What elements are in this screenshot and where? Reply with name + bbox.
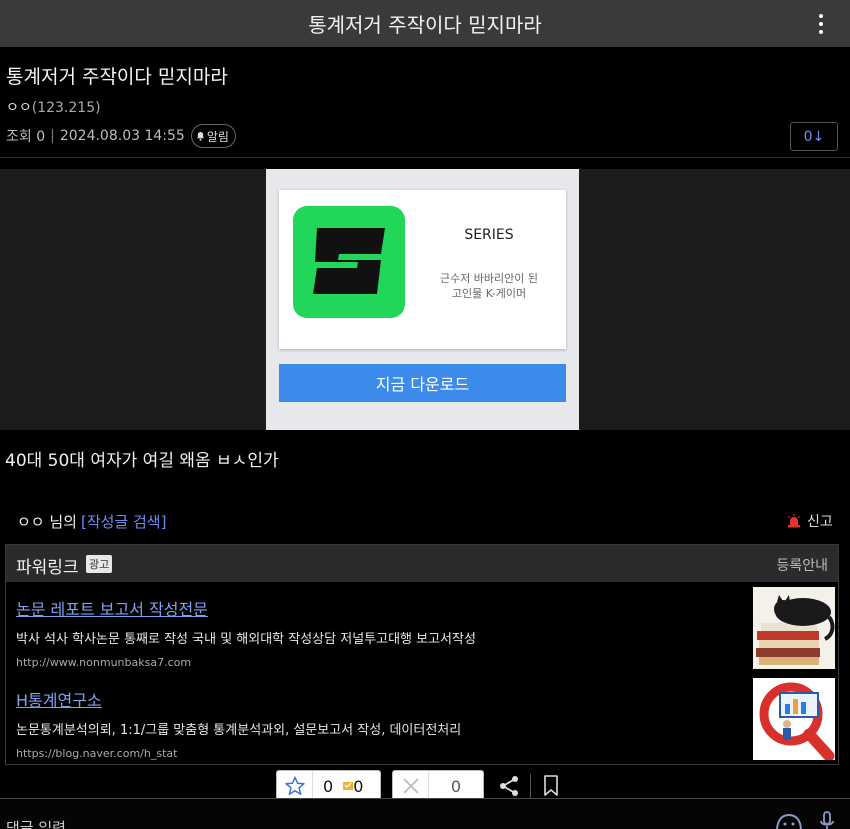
- powerlink-item: 논문 레포트 보고서 작성전문 박사 석사 학사논문 통째로 작성 국내 및 해…: [16, 596, 756, 669]
- powerlink-item: H통계연구소 논문통계분석의뢰, 1:1/그룹 맞춤형 통계분석과외, 설문보고…: [16, 687, 756, 760]
- ad-desc-line2: 고인물 K-게이머: [451, 287, 527, 300]
- ad-desc-line1: 근수저 바바리안이 된: [439, 272, 539, 285]
- powerlink-item-desc: 논문통계분석의뢰, 1:1/그룹 맞춤형 통계분석과외, 설문보고서 작성, 데…: [16, 723, 462, 738]
- powerlink-thumbnail-stat-magnifier[interactable]: [753, 678, 835, 760]
- meta-separator: |: [50, 128, 55, 144]
- writer-search-link[interactable]: [작성글 검색]: [81, 511, 166, 532]
- views-count: 조회 0: [6, 129, 46, 145]
- ad-description: 근수저 바바리안이 된 고인물 K-게이머: [419, 271, 559, 301]
- bookmark-icon[interactable]: [543, 775, 559, 797]
- powerlink-thumbnail-books-cat[interactable]: [753, 587, 835, 669]
- author-name[interactable]: ㅇㅇ: [6, 100, 32, 116]
- divider: [0, 157, 850, 158]
- powerlink-item-url[interactable]: http://www.nonmunbaksa7.com: [16, 656, 756, 669]
- post-body: 40대 50대 여자가 여길 왜옴 ㅂㅅ인가: [5, 451, 279, 471]
- recommend-count: 0: [323, 776, 334, 796]
- emoticon-icon[interactable]: [775, 813, 803, 829]
- comment-jump-button[interactable]: 0↓: [790, 122, 838, 151]
- powerlink-header: 파워링크 광고 등록안내: [6, 545, 838, 582]
- x-icon-cell: [393, 771, 429, 801]
- fix-icon: [343, 782, 354, 790]
- share-icon[interactable]: [498, 775, 520, 797]
- action-separator: [530, 774, 531, 798]
- fix-recommend: 0: [343, 771, 363, 801]
- comment-bar: 댓글 입력: [0, 798, 850, 829]
- bell-icon: [196, 131, 204, 141]
- comment-input[interactable]: 댓글 입력: [6, 817, 66, 829]
- author-ip: (123.215): [31, 100, 101, 116]
- report-label: 신고: [807, 514, 833, 530]
- microphone-icon[interactable]: [818, 811, 836, 829]
- powerlink-item-title[interactable]: H통계연구소: [16, 687, 756, 711]
- report-button[interactable]: 신고: [787, 511, 833, 531]
- author-info: ㅇㅇ(123.215): [6, 97, 101, 117]
- ad-app-panel[interactable]: SERIES 근수저 바바리안이 된 고인물 K-게이머: [279, 190, 566, 349]
- alarm-label: 알림: [206, 129, 229, 144]
- top-bar-title: 통계저거 주작이다 믿지마라: [308, 13, 542, 37]
- ad-app-name: SERIES: [464, 227, 514, 243]
- post-title: 통계저거 주작이다 믿지마라: [6, 66, 228, 88]
- post-date: 2024.08.03 14:55: [59, 128, 185, 144]
- close-x-icon: [402, 778, 419, 794]
- powerlink-item-title[interactable]: 논문 레포트 보고서 작성전문: [16, 596, 756, 620]
- post-meta: 조회 0 | 2024.08.03 14:55 알림: [6, 124, 236, 148]
- powerlink-item-url[interactable]: https://blog.naver.com/h_stat: [16, 747, 756, 760]
- powerlink-item-desc: 박사 석사 학사논문 통째로 작성 국내 및 해외대학 작성상담 저널투고대행 …: [16, 632, 476, 647]
- powerlink-box: 파워링크 광고 등록안내 논문 레포트 보고서 작성전문 박사 석사 학사논문 …: [5, 544, 839, 765]
- ad-badge: 광고: [86, 555, 113, 573]
- powerlink-title: 파워링크: [16, 558, 79, 578]
- kebab-menu-icon[interactable]: [814, 12, 828, 36]
- writer-line: ㅇㅇ 님의 [작성글 검색]: [17, 511, 166, 532]
- series-app-icon: [293, 206, 405, 318]
- writer-name: ㅇㅇ 님의: [17, 513, 77, 531]
- fix-count: 0: [353, 776, 364, 796]
- siren-icon: [788, 514, 800, 528]
- unrecommend-count: 0: [450, 776, 462, 796]
- star-icon-cell: [277, 771, 313, 801]
- alarm-button[interactable]: 알림: [190, 124, 236, 148]
- ad-download-button[interactable]: 지금 다운로드: [279, 364, 566, 402]
- top-bar: 통계저거 주작이다 믿지마라: [0, 0, 850, 47]
- star-icon: [284, 776, 305, 795]
- register-info-link[interactable]: 등록안내: [776, 555, 828, 575]
